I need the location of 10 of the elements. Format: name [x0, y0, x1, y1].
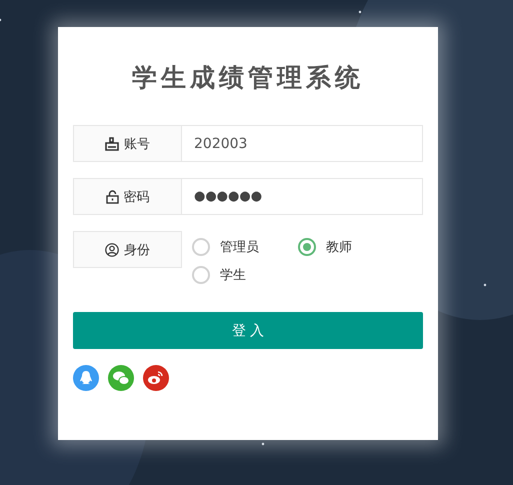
account-field[interactable]: 202003: [182, 125, 423, 162]
radio-option[interactable]: 学生: [192, 266, 298, 284]
field-label: 密码: [124, 188, 150, 206]
radio-option[interactable]: 管理员: [192, 238, 298, 256]
field-label: 账号: [124, 136, 150, 152]
login-button[interactable]: 登 入: [73, 312, 423, 349]
radio-option[interactable]: 教师: [298, 238, 404, 256]
app-title: 学生成绩管理系统: [131, 62, 365, 94]
password-field[interactable]: ●●●●●●: [182, 178, 423, 215]
field-label: 身份: [124, 242, 150, 258]
